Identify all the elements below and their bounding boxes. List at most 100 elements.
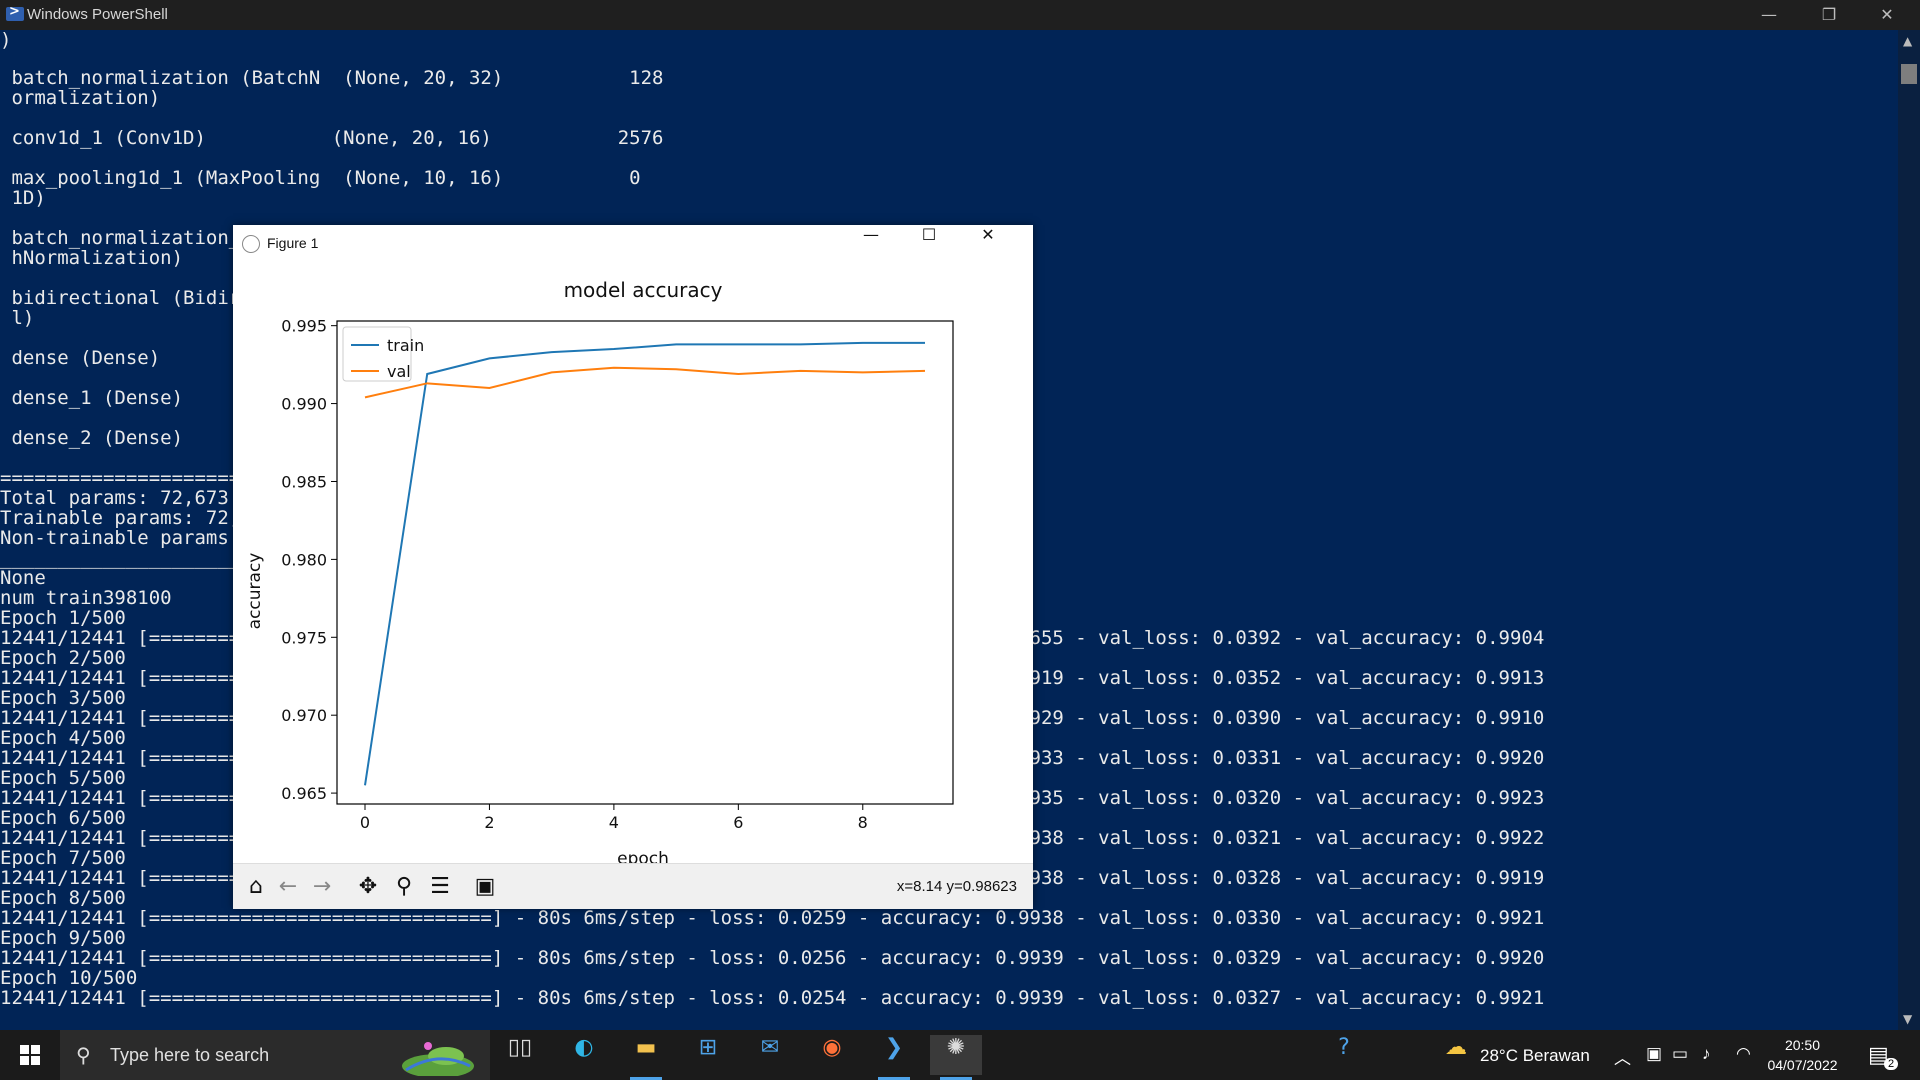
console-line: Trainable params: 72,: [0, 507, 241, 529]
network-icon[interactable]: ◠: [1736, 1044, 1751, 1064]
y-tick-label: 0.990: [281, 395, 327, 414]
figure-maximize-button[interactable]: ☐: [901, 225, 957, 261]
search-icon: ⚲: [76, 1043, 91, 1067]
arrow-right-icon[interactable]: →: [307, 872, 337, 902]
scroll-up-icon[interactable]: ▲: [1903, 34, 1912, 48]
console-line: 1D): [0, 187, 46, 209]
x-axis-label: epoch: [617, 849, 669, 863]
figure-title: Figure 1: [267, 235, 319, 251]
y-tick-label: 0.970: [281, 706, 327, 725]
taskbar: ⚲ Type here to search ▯▯ ◐ ▬ ⊞ ✉ ◉ ❯ ✺ ?…: [0, 1030, 1920, 1080]
figure-close-button[interactable]: ✕: [960, 225, 1016, 261]
console-line: 12441/12441 [===========================…: [0, 907, 1545, 929]
scroll-down-icon[interactable]: ▼: [1903, 1012, 1912, 1026]
mail-icon[interactable]: ✉: [744, 1035, 796, 1075]
x-tick-label: 6: [733, 813, 743, 832]
store-icon[interactable]: ⊞: [682, 1035, 734, 1075]
x-tick-label: 2: [484, 813, 494, 832]
console-line: Epoch 3/500: [0, 687, 126, 709]
magnifier-icon[interactable]: ⚲: [389, 872, 419, 902]
close-button[interactable]: ✕: [1858, 0, 1916, 30]
console-line: num train398100: [0, 587, 172, 609]
meet-icon[interactable]: ▣: [1646, 1044, 1662, 1064]
console-line: Epoch 1/500: [0, 607, 126, 629]
console-line: Epoch 2/500: [0, 647, 126, 669]
legend-label: val: [387, 362, 411, 381]
figure-titlebar: Figure 1 — ☐ ✕: [233, 225, 1033, 261]
arrow-left-icon[interactable]: ←: [273, 872, 303, 902]
y-tick-label: 0.985: [281, 472, 327, 491]
file-explorer-icon[interactable]: ▬: [620, 1035, 672, 1080]
search-highlight-icon: [402, 1042, 474, 1076]
y-tick-label: 0.980: [281, 550, 327, 569]
console-line: Epoch 6/500: [0, 807, 126, 829]
minimize-button[interactable]: —: [1740, 0, 1798, 30]
help-icon[interactable]: ?: [1318, 1035, 1370, 1075]
console-scrollbar[interactable]: ▲ ▼: [1898, 30, 1920, 1030]
legend-label: train: [387, 336, 424, 355]
plot-frame: [336, 320, 954, 805]
figure-minimize-button[interactable]: —: [843, 225, 899, 261]
start-button[interactable]: [0, 1030, 60, 1080]
console-line: 12441/12441 [===========================…: [0, 947, 1545, 969]
console-line: l): [0, 307, 35, 329]
cursor-coordinates: x=8.14 y=0.98623: [896, 878, 1017, 895]
task-view-icon[interactable]: ▯▯: [494, 1035, 546, 1075]
taskbar-search-box[interactable]: ⚲ Type here to search: [60, 1030, 490, 1080]
console-line: ): [0, 29, 12, 51]
edge-icon[interactable]: ◐: [558, 1035, 610, 1075]
sliders-icon[interactable]: ☰: [425, 872, 455, 902]
console-line: Epoch 4/500: [0, 727, 126, 749]
x-tick-label: 0: [360, 813, 370, 832]
console-line: Epoch 5/500: [0, 767, 126, 789]
figure-window: Figure 1 — ☐ ✕ model accuracy epoch accu…: [233, 225, 1033, 909]
save-icon[interactable]: ▣: [470, 872, 500, 902]
y-tick-label: 0.975: [281, 628, 327, 647]
weather-icon: ☁: [1445, 1035, 1467, 1060]
notification-count: 2: [1884, 1058, 1899, 1070]
powershell-icon: [6, 4, 24, 21]
y-tick-label: 0.965: [281, 784, 327, 803]
x-tick-label: 8: [858, 813, 868, 832]
y-tick-label: 0.995: [281, 317, 327, 336]
battery-icon[interactable]: ▭: [1672, 1044, 1688, 1064]
matplotlib-taskbar-icon[interactable]: ✺: [930, 1035, 982, 1080]
clock[interactable]: 20:50 04/07/2022: [1750, 1035, 1855, 1075]
powershell-titlebar: Windows PowerShell — ❐ ✕: [0, 0, 1920, 30]
move-icon[interactable]: ✥: [353, 872, 383, 902]
restore-button[interactable]: ❐: [1800, 0, 1858, 30]
console-line: ormalization): [0, 87, 161, 109]
clock-date: 04/07/2022: [1767, 1057, 1838, 1073]
chart-title: model accuracy: [564, 278, 723, 302]
clock-time: 20:50: [1784, 1037, 1821, 1053]
powershell-taskbar-icon[interactable]: ❯: [868, 1035, 920, 1080]
console-line: batch_normalization (BatchN (None, 20, 3…: [0, 67, 664, 89]
home-icon[interactable]: ⌂: [241, 872, 271, 902]
weather-text[interactable]: 28°C Berawan: [1480, 1046, 1590, 1066]
console-line: Epoch 7/500: [0, 847, 126, 869]
chevron-up-icon[interactable]: ︿: [1614, 1044, 1631, 1069]
console-line: Total params: 72,673: [0, 487, 229, 509]
console-line: dense (Dense): [0, 347, 161, 369]
console-line: Non-trainable params:: [0, 527, 252, 549]
figure-toolbar: ⌂ ← → ✥ ⚲ ☰ ▣ x=8.14 y=0.98623: [233, 863, 1033, 909]
console-line: conv1d_1 (Conv1D) (None, 20, 16) 2576: [0, 127, 664, 149]
console-line: Epoch 10/500: [0, 967, 138, 989]
console-line: None: [0, 567, 46, 589]
matplotlib-icon: [242, 235, 260, 253]
windows-icon: [20, 1045, 40, 1065]
console-line: 12441/12441 [===========================…: [0, 987, 1545, 1009]
axes-area: [336, 320, 954, 805]
console-line: dense_2 (Dense): [0, 427, 184, 449]
volume-icon[interactable]: ♪: [1702, 1044, 1711, 1064]
console-line: Epoch 8/500: [0, 887, 126, 909]
console-line: Epoch 9/500: [0, 927, 126, 949]
console-line: dense_1 (Dense): [0, 387, 184, 409]
scrollbar-thumb[interactable]: [1901, 64, 1917, 84]
y-axis-label: accuracy: [245, 553, 265, 630]
console-line: max_pooling1d_1 (MaxPooling (None, 10, 1…: [0, 167, 641, 189]
window-title: Windows PowerShell: [27, 6, 168, 23]
search-placeholder: Type here to search: [110, 1045, 270, 1065]
firefox-icon[interactable]: ◉: [806, 1035, 858, 1075]
accuracy-chart[interactable]: model accuracy epoch accuracy 0 2 4 6 8 0.965…: [233, 261, 1033, 863]
